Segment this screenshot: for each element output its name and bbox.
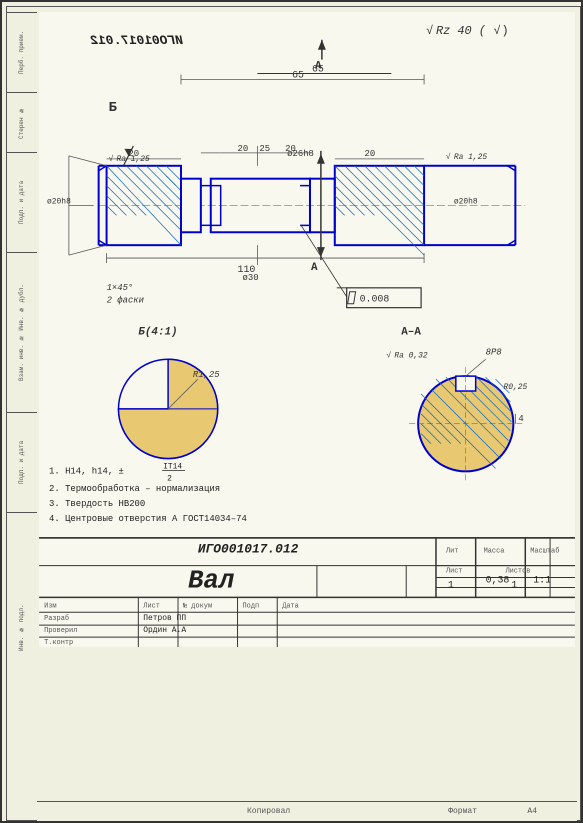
svg-text:√: √ xyxy=(109,154,114,164)
svg-text:Б: Б xyxy=(109,100,117,116)
svg-text:Изм: Изм xyxy=(44,602,57,610)
svg-text:20: 20 xyxy=(365,149,376,159)
technical-drawing-svg: ИГО01017.012 √ Rz 40 ( √ ) А 65 xyxy=(37,12,577,647)
svg-text:65: 65 xyxy=(312,64,324,75)
strip-section-1: Перб. прием. xyxy=(6,12,37,92)
bottom-bar: Копировал Формат А4 xyxy=(37,801,577,821)
svg-text:Ra 1,25: Ra 1,25 xyxy=(454,153,488,162)
strip-section-3: Подп. и дата xyxy=(6,152,37,252)
svg-text:√: √ xyxy=(386,350,391,360)
svg-text:1. Н14, h14, ±: 1. Н14, h14, ± xyxy=(49,466,124,476)
svg-text:№ докум: № докум xyxy=(183,602,212,610)
svg-text:20: 20 xyxy=(238,144,249,154)
svg-text:4. Центровые отверстия А ГОСТ: 4. Центровые отверстия А ГОСТ14034–74 xyxy=(49,514,247,524)
svg-text:Масштаб: Масштаб xyxy=(530,547,559,556)
svg-text:20: 20 xyxy=(285,144,296,154)
svg-text:Вал: Вал xyxy=(188,566,235,595)
svg-text:2 фаски: 2 фаски xyxy=(107,296,144,306)
format-value: А4 xyxy=(527,807,537,816)
svg-text:0.008: 0.008 xyxy=(360,294,390,305)
svg-text:ИГО001017.012: ИГО001017.012 xyxy=(198,542,299,557)
svg-text:0,38: 0,38 xyxy=(486,575,510,586)
svg-text:Листов: Листов xyxy=(505,568,530,576)
copy-label: Копировал xyxy=(247,807,290,816)
svg-text:Проверил: Проверил xyxy=(44,627,77,635)
svg-text:√: √ xyxy=(494,24,501,38)
page: Перб. прием. Стерен № Подп. и дата Взам.… xyxy=(0,0,583,823)
strip-section-2: Стерен № xyxy=(6,92,37,152)
svg-text:Ордин А.А: Ордин А.А xyxy=(143,626,186,635)
svg-text:Т.контр: Т.контр xyxy=(44,639,73,647)
svg-text:ИГО01017.012: ИГО01017.012 xyxy=(90,33,183,48)
svg-text:R0,25: R0,25 xyxy=(503,383,527,392)
svg-text:Лист: Лист xyxy=(143,602,160,610)
svg-text:А: А xyxy=(311,262,318,274)
strip-section-6: Инв. № подл. xyxy=(6,512,37,742)
svg-text:Лит: Лит xyxy=(446,548,459,556)
svg-text:3. Твердость НВ200: 3. Твердость НВ200 xyxy=(49,499,145,509)
svg-text:Петров ПП: Петров ПП xyxy=(143,614,186,623)
svg-text:√: √ xyxy=(446,152,451,162)
svg-text:110: 110 xyxy=(238,264,256,275)
svg-text:2: 2 xyxy=(167,474,172,483)
svg-text:Rz 40 (: Rz 40 ( xyxy=(436,24,486,38)
svg-text:Подп: Подп xyxy=(243,602,260,610)
left-margin-strips: Перб. прием. Стерен № Подп. и дата Взам.… xyxy=(6,12,37,742)
drawing-area: ИГО01017.012 √ Rz 40 ( √ ) А 65 xyxy=(37,12,577,742)
svg-text:Ra 0,32: Ra 0,32 xyxy=(394,351,428,360)
svg-text:R1,25: R1,25 xyxy=(193,370,220,380)
strip-section-5: Подп. и дата xyxy=(6,412,37,512)
svg-text:Лист: Лист xyxy=(446,568,463,576)
svg-text:8Р8: 8Р8 xyxy=(486,347,503,357)
svg-text:4: 4 xyxy=(518,414,523,424)
svg-text:1:1: 1:1 xyxy=(533,575,551,586)
svg-text:65: 65 xyxy=(292,69,304,80)
svg-text:Разраб: Разраб xyxy=(44,614,69,623)
svg-text:): ) xyxy=(501,24,508,38)
strip-section-4: Взам. инв. № Инв. № дубл. xyxy=(6,252,37,412)
svg-text:25: 25 xyxy=(259,144,270,154)
svg-text:Дата: Дата xyxy=(282,602,299,610)
svg-text:1: 1 xyxy=(448,579,454,590)
svg-text:Масса: Масса xyxy=(484,548,505,556)
svg-text:А–А: А–А xyxy=(401,326,421,338)
svg-text:ø20h8: ø20h8 xyxy=(47,197,71,206)
svg-text:ø20h8: ø20h8 xyxy=(454,197,478,206)
svg-text:√: √ xyxy=(426,24,433,38)
svg-text:1×45°: 1×45° xyxy=(107,283,134,293)
svg-text:2. Термообработка – нормализа: 2. Термообработка – нормализация xyxy=(49,484,220,494)
svg-text:Ra 1,25: Ra 1,25 xyxy=(117,155,151,164)
svg-text:Б(4:1): Б(4:1) xyxy=(138,326,177,338)
svg-text:1: 1 xyxy=(511,579,517,590)
format-label: Формат xyxy=(448,807,477,816)
